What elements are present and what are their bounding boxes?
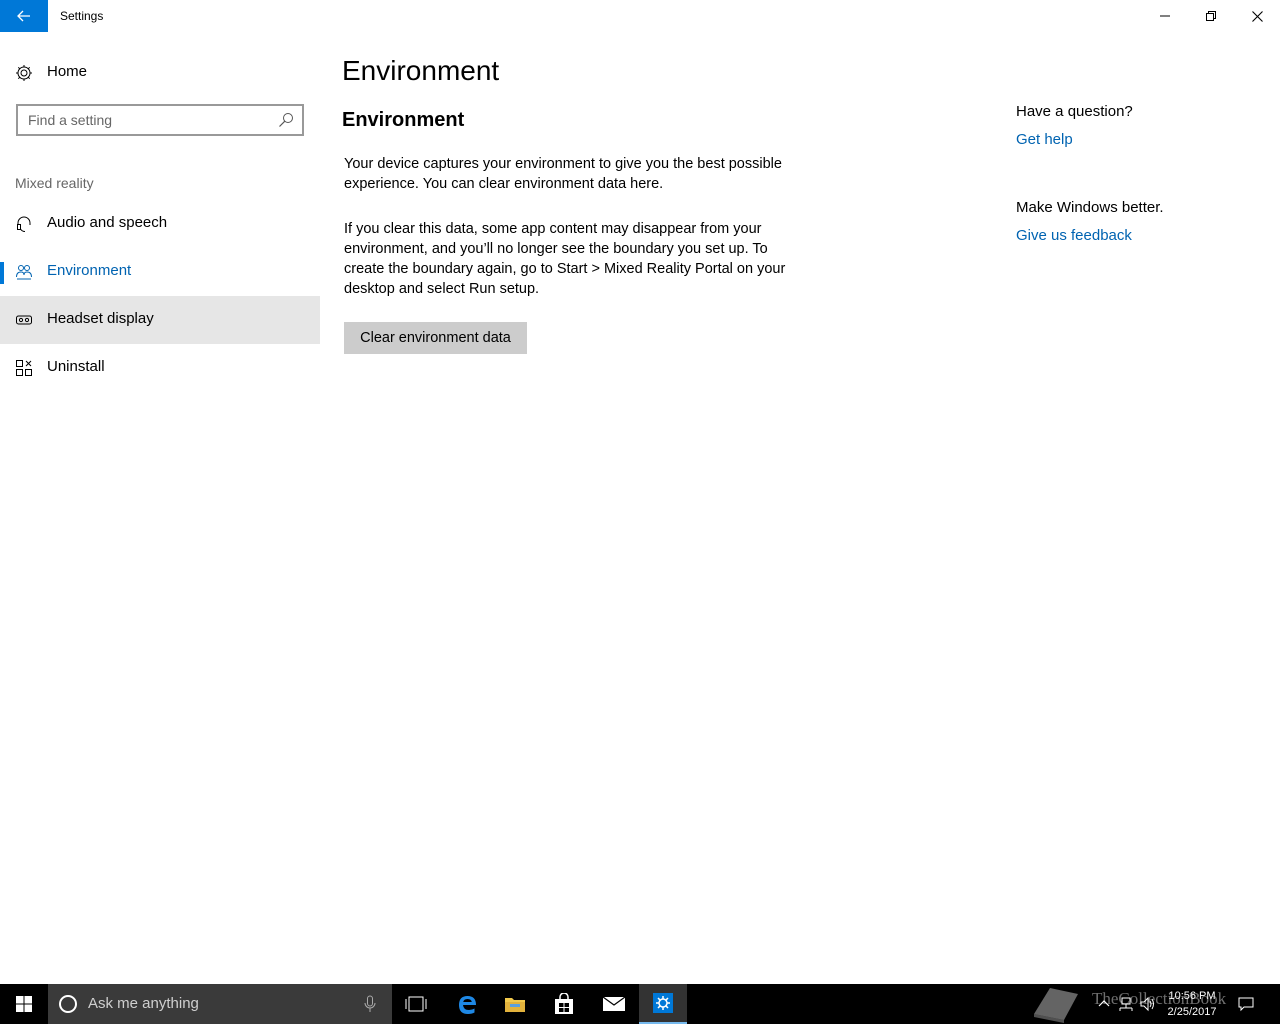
sidebar-item-label: Headset display <box>47 310 154 327</box>
title-bar: Settings <box>0 0 1280 32</box>
page-title: Environment <box>342 55 500 86</box>
sidebar-item-label: Audio and speech <box>47 214 168 231</box>
taskbar-clock[interactable]: 10:56 PM 2/25/2017 <box>1160 988 1224 1020</box>
gear-icon <box>16 65 32 81</box>
cortana-icon <box>59 995 77 1013</box>
environment-icon <box>16 265 32 280</box>
mail-button[interactable] <box>590 984 638 1024</box>
book-logo-icon <box>1034 988 1078 1023</box>
get-help-link[interactable]: Get help <box>1016 131 1073 148</box>
clock-time: 10:56 PM <box>1168 990 1216 1002</box>
minimize-button[interactable] <box>1142 0 1188 32</box>
warning-paragraph: If you clear this data, some app content… <box>344 221 786 297</box>
description-paragraph: Your device captures your environment to… <box>344 156 782 192</box>
folder-icon <box>505 998 525 1012</box>
edge-icon <box>459 996 476 1014</box>
headset-icon <box>17 216 31 232</box>
back-arrow-icon <box>17 10 30 22</box>
action-center-icon[interactable] <box>1238 996 1254 1012</box>
edge-browser-button[interactable] <box>443 984 491 1024</box>
give-feedback-link[interactable]: Give us feedback <box>1016 227 1132 244</box>
clear-environment-data-button[interactable]: Clear environment data <box>344 322 527 354</box>
mail-icon <box>602 996 626 1011</box>
selection-indicator <box>0 262 4 284</box>
settings-gear-icon <box>653 993 673 1013</box>
store-bag-icon <box>555 993 573 1014</box>
chevron-up-icon[interactable] <box>1096 996 1112 1012</box>
restore-icon <box>1206 11 1216 21</box>
search-box[interactable] <box>16 104 304 136</box>
close-button[interactable] <box>1234 0 1280 32</box>
home-label: Home <box>47 63 88 80</box>
start-button[interactable] <box>0 984 48 1024</box>
microphone-icon[interactable] <box>362 995 378 1013</box>
task-view-icon <box>405 996 427 1012</box>
settings-taskbar-button[interactable] <box>639 984 687 1024</box>
window-title: Settings <box>60 9 104 23</box>
sidebar-item-uninstall[interactable]: Uninstall <box>0 344 320 392</box>
volume-icon[interactable] <box>1140 996 1156 1012</box>
taskbar: Ask me anything TheCollectionBook 10:56 … <box>0 984 1280 1024</box>
task-view-button[interactable] <box>392 984 440 1024</box>
feedback-heading: Make Windows better. <box>1016 199 1164 216</box>
store-button[interactable] <box>540 984 588 1024</box>
sidebar-item-headset-display[interactable]: Headset display <box>0 296 320 344</box>
network-icon[interactable] <box>1118 996 1134 1012</box>
sidebar-item-home[interactable]: Home <box>0 52 320 92</box>
sidebar-item-audio-and-speech[interactable]: Audio and speech <box>0 200 320 248</box>
cortana-search-text: Ask me anything <box>88 995 199 1012</box>
file-explorer-button[interactable] <box>491 984 539 1024</box>
sidebar-item-label: Environment <box>47 262 132 279</box>
search-icon[interactable] <box>278 112 294 128</box>
restore-button[interactable] <box>1188 0 1234 32</box>
uninstall-icon <box>16 360 32 376</box>
sidebar-item-environment[interactable]: Environment <box>0 248 320 296</box>
sidebar-item-label: Uninstall <box>47 358 105 375</box>
question-heading: Have a question? <box>1016 103 1133 120</box>
section-header-mixed-reality: Mixed reality <box>15 175 94 191</box>
headset-display-icon <box>16 315 32 325</box>
search-input[interactable] <box>18 106 268 134</box>
windows-logo-icon <box>16 996 32 1012</box>
back-button[interactable] <box>0 0 48 32</box>
sidebar: Home Mixed reality Audio and speech Envi… <box>0 32 320 984</box>
cortana-search-box[interactable]: Ask me anything <box>48 984 392 1024</box>
clock-date: 2/25/2017 <box>1167 1006 1217 1018</box>
section-title: Environment <box>342 109 465 131</box>
close-icon <box>1251 10 1263 22</box>
minimize-icon <box>1160 15 1170 17</box>
